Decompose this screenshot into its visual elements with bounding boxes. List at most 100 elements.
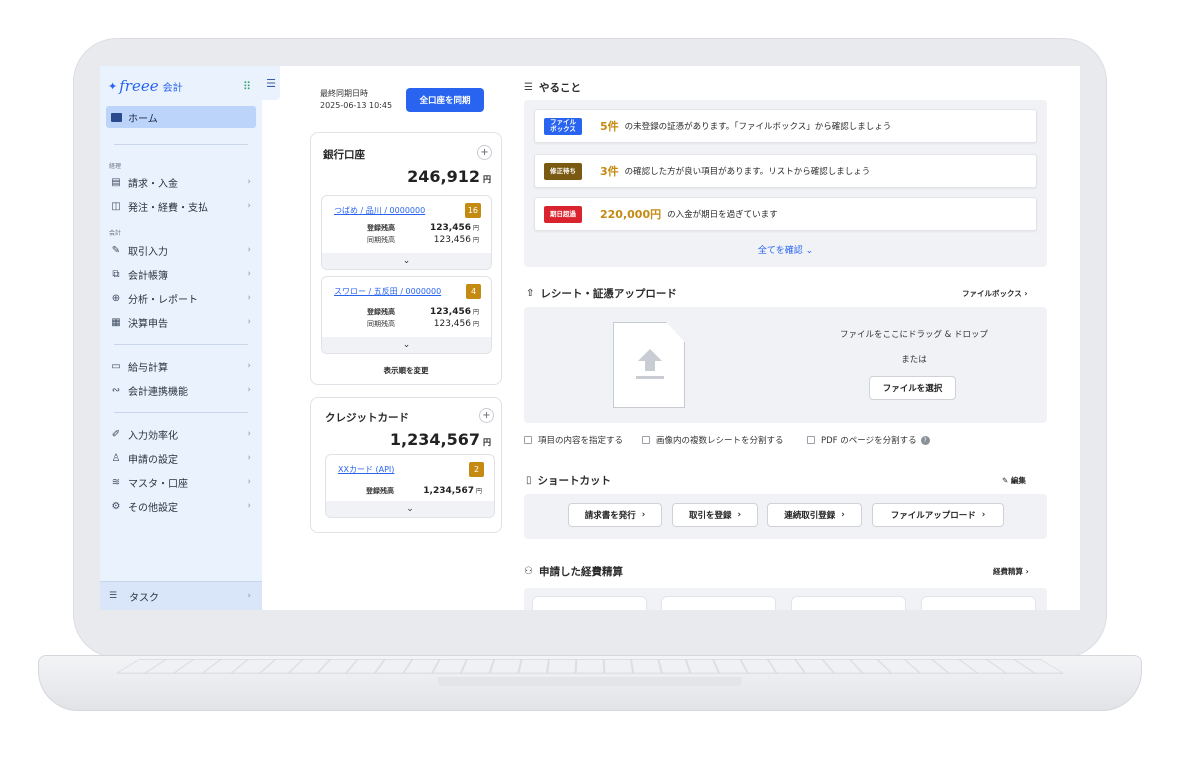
sidebar-collapse-icon[interactable]: ☰ bbox=[262, 66, 280, 100]
add-bank-plus-icon[interactable]: + bbox=[477, 145, 492, 160]
chevron-down-icon[interactable]: ⌄ bbox=[326, 501, 494, 517]
expenses-link-label: 経費精算 bbox=[993, 567, 1023, 576]
unregistered-count-badge[interactable]: 16 bbox=[464, 203, 481, 218]
report-icon: ▦ bbox=[111, 316, 121, 328]
card-icon: ▭ bbox=[111, 360, 121, 372]
help-icon[interactable]: ? bbox=[920, 435, 930, 445]
shortcuts-section-title: ▯ ショートカット bbox=[526, 473, 611, 488]
sidebar-item-efficiency[interactable]: ✐ 入力効率化 › bbox=[109, 424, 253, 444]
chevron-right-icon: › bbox=[247, 245, 251, 255]
expenses-link[interactable]: 経費精算 › bbox=[993, 566, 1029, 577]
bank-total: 246,912 円 bbox=[407, 167, 491, 186]
sidebar-item-label: 会計連携機能 bbox=[128, 386, 188, 398]
expense-card[interactable] bbox=[791, 596, 906, 610]
shortcut-bulk-transaction-button[interactable]: 連続取引登録 › bbox=[767, 503, 862, 527]
unregistered-count-badge[interactable]: 4 bbox=[466, 284, 481, 299]
sidebar-item-label: ホーム bbox=[128, 113, 158, 125]
todo-item[interactable]: 修正待ち 3件 の確認した方が良い項目があります。リストから確認しましょう bbox=[534, 154, 1037, 188]
select-file-button[interactable]: ファイルを選択 bbox=[869, 376, 956, 400]
shortcuts-title-text: ショートカット bbox=[537, 475, 612, 487]
sidebar-item-integration[interactable]: ∾ 会計連携機能 › bbox=[109, 380, 253, 400]
credit-cards-card: クレジットカード + 1,234,567 円 XXカード (API) 2 登録残高… bbox=[310, 397, 502, 533]
todo-tag-filebox: ファイル ボックス bbox=[544, 117, 582, 135]
shortcut-label: 連続取引登録 bbox=[784, 511, 836, 521]
bank-account-name[interactable]: つばめ / 品川 / 0000000 bbox=[334, 205, 425, 216]
option-label: 項目の内容を指定する bbox=[538, 436, 624, 446]
checkbox[interactable] bbox=[642, 436, 650, 444]
sidebar-item-invoice[interactable]: ▤ 請求・入金 › bbox=[109, 172, 253, 192]
chevron-down-icon[interactable]: ⌄ bbox=[322, 337, 491, 353]
sidebar-item-closing[interactable]: ▦ 決算申告 › bbox=[109, 312, 253, 332]
add-credit-plus-icon[interactable]: + bbox=[479, 408, 494, 423]
registered-balance-row: 登録残高 1,234,567 円 bbox=[366, 486, 482, 496]
option-split-pdf[interactable]: PDF のページを分割する ? bbox=[807, 434, 930, 446]
shortcut-issue-invoice-button[interactable]: 請求書を発行 › bbox=[568, 503, 662, 527]
sidebar-item-other-settings[interactable]: ⚙ その他設定 › bbox=[109, 496, 253, 516]
synced-balance-label: 同期残高 bbox=[366, 236, 395, 244]
checkbox[interactable] bbox=[807, 436, 815, 444]
invoice-icon: ▤ bbox=[111, 176, 121, 188]
synced-balance-row: 同期残高 123,456 円 bbox=[367, 235, 479, 245]
sidebar-item-application-settings[interactable]: ♙ 申請の設定 › bbox=[109, 448, 253, 468]
option-split-receipts[interactable]: 画像内の複数レシートを分割する bbox=[642, 434, 784, 446]
todo-item[interactable]: ファイル ボックス 5件 の未登録の証憑があります。「ファイルボックス」から確認… bbox=[534, 109, 1037, 143]
app-screen: ✦ freee 会計 ⠿ ホーム 経理 ▤ 請求・入金 › ◫ 発注・経費・支払… bbox=[100, 66, 1080, 610]
checkbox[interactable] bbox=[524, 436, 532, 444]
todo-desc: の入金が期日を過ぎています bbox=[667, 210, 778, 220]
sidebar-item-label: 入力効率化 bbox=[128, 430, 178, 442]
chevron-right-icon: › bbox=[1025, 567, 1029, 576]
chevron-right-icon: › bbox=[247, 361, 251, 371]
todo-count: 5件 bbox=[600, 120, 619, 133]
upload-dropzone[interactable]: ファイルをここにドラッグ & ドロップ または ファイルを選択 bbox=[524, 307, 1047, 423]
todo-count: 220,000円 bbox=[600, 208, 662, 221]
sidebar-item-ledger[interactable]: ⧉ 会計帳簿 › bbox=[109, 264, 253, 284]
sidebar: ✦ freee 会計 ⠿ ホーム 経理 ▤ 請求・入金 › ◫ 発注・経費・支払… bbox=[100, 66, 262, 610]
shortcut-register-transaction-button[interactable]: 取引を登録 › bbox=[672, 503, 758, 527]
edit-shortcuts-link[interactable]: ✎ 編集 bbox=[1002, 475, 1026, 486]
chevron-down-icon[interactable]: ⌄ bbox=[322, 253, 491, 269]
upload-icon: ⇧ bbox=[526, 288, 535, 299]
unregistered-count-badge[interactable]: 2 bbox=[469, 462, 484, 477]
sidebar-item-label: 給与計算 bbox=[128, 362, 168, 374]
pencil-icon: ✎ bbox=[1002, 476, 1009, 485]
todo-desc: の確認した方が良い項目があります。リストから確認しましょう bbox=[624, 167, 871, 177]
expense-card[interactable] bbox=[532, 596, 647, 610]
sidebar-item-master[interactable]: ≋ マスタ・口座 › bbox=[109, 472, 253, 492]
chevron-right-icon: › bbox=[247, 385, 251, 395]
sync-all-button[interactable]: 全口座を同期 bbox=[406, 88, 484, 112]
chevron-right-icon: › bbox=[247, 591, 251, 601]
bank-account-name[interactable]: スワロー / 五反田 / 0000000 bbox=[334, 286, 441, 297]
todo-item[interactable]: 期日超過 220,000円 の入金が期日を過ぎています bbox=[534, 197, 1037, 231]
chevron-down-icon: ⌄ bbox=[805, 246, 814, 256]
sidebar-item-analysis[interactable]: ⊕ 分析・レポート › bbox=[109, 288, 253, 308]
filebox-link[interactable]: ファイルボックス › bbox=[962, 288, 1028, 299]
registered-balance-label: 登録残高 bbox=[366, 308, 395, 316]
registered-balance-row: 登録残高 123,456 円 bbox=[367, 307, 479, 317]
reorder-button[interactable]: 表示順を変更 bbox=[311, 365, 501, 376]
todo-section-title: ☰ やること bbox=[524, 80, 581, 95]
magnify-icon: ⊕ bbox=[111, 292, 121, 304]
upload-arrow-icon bbox=[636, 349, 664, 379]
app-grid-icon[interactable]: ⠿ bbox=[243, 80, 251, 93]
chevron-right-icon: › bbox=[247, 269, 251, 279]
expense-card[interactable] bbox=[661, 596, 776, 610]
yen-unit: 円 bbox=[472, 309, 479, 316]
laptop-trackpad bbox=[438, 677, 742, 686]
expense-card[interactable] bbox=[921, 596, 1036, 610]
credit-account-name[interactable]: XXカード (API) bbox=[338, 464, 394, 475]
sidebar-item-transaction[interactable]: ✎ 取引入力 › bbox=[109, 240, 253, 260]
shortcut-file-upload-button[interactable]: ファイルアップロード › bbox=[872, 503, 1004, 527]
sidebar-item-task[interactable]: ☰ タスク › bbox=[100, 581, 262, 610]
option-specify-items[interactable]: 項目の内容を指定する bbox=[524, 434, 623, 446]
sidebar-item-label: 決算申告 bbox=[128, 318, 168, 330]
bookmark-icon: ▯ bbox=[526, 475, 532, 486]
logo-text: 会計 bbox=[162, 82, 183, 94]
sidebar-item-home[interactable]: ホーム bbox=[106, 106, 256, 128]
app-logo[interactable]: ✦ freee 会計 bbox=[108, 76, 288, 96]
sidebar-item-purchase[interactable]: ◫ 発注・経費・支払 › bbox=[109, 196, 253, 216]
sidebar-item-payroll[interactable]: ▭ 給与計算 › bbox=[109, 356, 253, 376]
see-all-link[interactable]: 全てを確認 ⌄ bbox=[524, 243, 1047, 256]
credit-card-title: クレジットカード bbox=[325, 412, 409, 424]
pen-icon: ✎ bbox=[111, 244, 121, 256]
synced-balance-value: 123,456 bbox=[433, 235, 471, 245]
